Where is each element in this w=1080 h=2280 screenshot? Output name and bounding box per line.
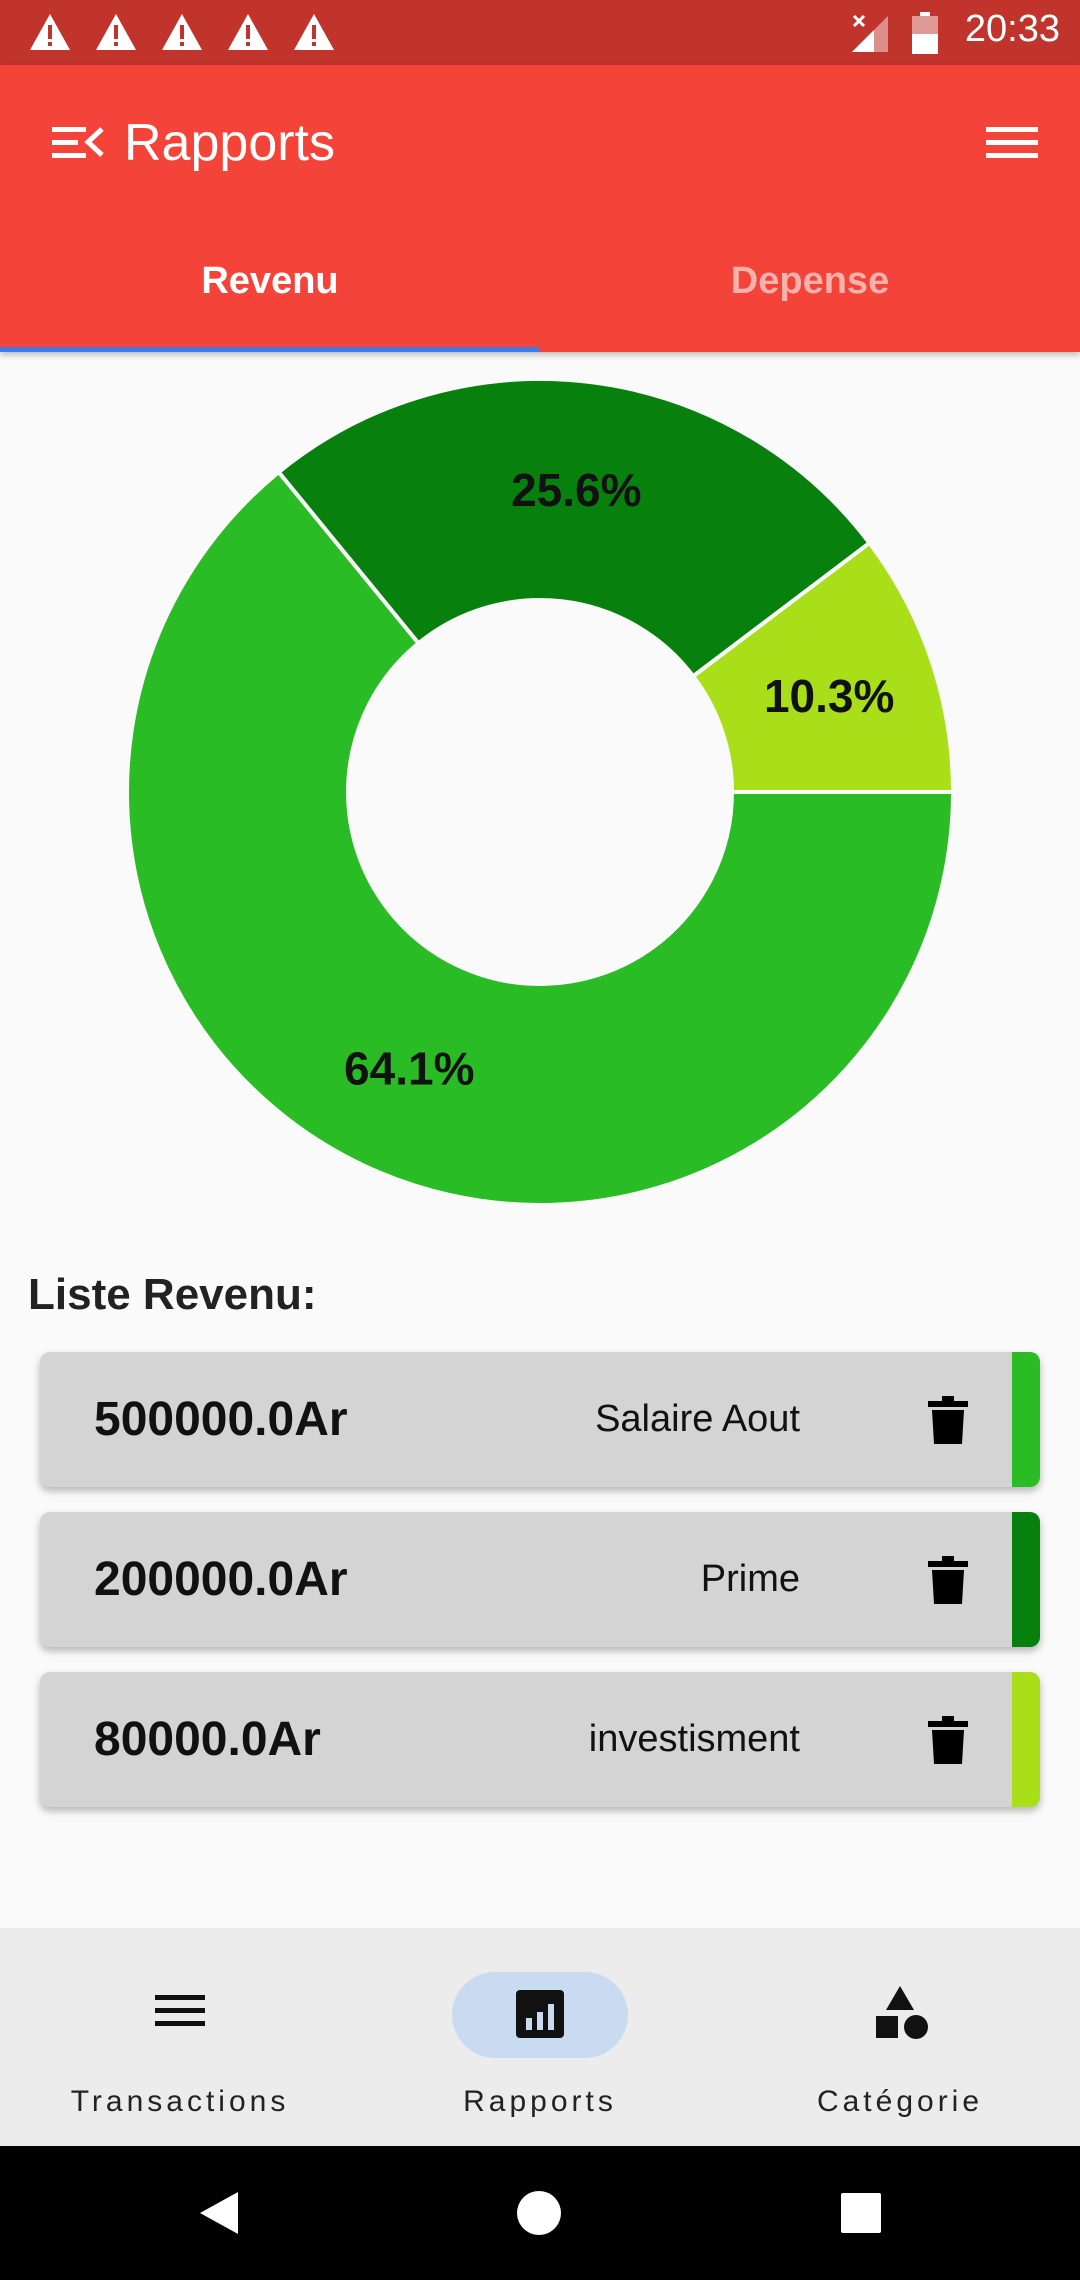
nav-item-categorie[interactable]: Catégorie <box>720 1928 1080 2146</box>
warning-icon <box>30 14 70 50</box>
nav-label: Catégorie <box>816 2085 984 2118</box>
bar-chart-icon <box>516 1990 564 2038</box>
income-label: investisment <box>588 1718 800 1760</box>
income-item[interactable]: 80000.0Ar investisment <box>40 1672 1040 1807</box>
app-bar: Rapports Revenu Depense <box>0 65 1080 352</box>
category-color-bar <box>1012 1672 1040 1807</box>
tab-depense[interactable]: Depense <box>540 260 1080 303</box>
trash-icon[interactable] <box>928 1556 968 1604</box>
shapes-icon <box>876 1986 928 2039</box>
category-color-bar <box>1012 1512 1040 1647</box>
status-bar: 20:33 <box>0 0 1080 65</box>
slice-label: 10.3% <box>764 670 894 722</box>
nav-label: Rapports <box>463 2085 617 2118</box>
menu-collapse-icon[interactable] <box>48 121 108 165</box>
list-icon <box>155 1995 205 2026</box>
status-time: 20:33 <box>964 8 1060 50</box>
warning-icon <box>294 14 334 50</box>
list-title: Liste Revenu: <box>28 1270 317 1319</box>
battery-icon <box>912 12 938 54</box>
system-navigation-bar <box>0 2146 1080 2280</box>
hamburger-menu-icon[interactable] <box>984 121 1040 165</box>
back-icon[interactable] <box>196 2190 242 2236</box>
trash-icon[interactable] <box>928 1396 968 1444</box>
home-icon[interactable] <box>516 2190 562 2236</box>
recents-icon[interactable] <box>840 2192 882 2234</box>
income-item[interactable]: 200000.0Ar Prime <box>40 1512 1040 1647</box>
nav-item-rapports[interactable]: Rapports <box>360 1928 720 2146</box>
income-label: Prime <box>700 1558 800 1600</box>
slice-label: 64.1% <box>344 1043 474 1095</box>
tab-revenu[interactable]: Revenu <box>0 260 540 303</box>
warning-icon <box>162 14 202 50</box>
income-donut-chart: 64.1% 25.6% 10.3% <box>125 377 956 1207</box>
income-amount: 80000.0Ar <box>94 1713 321 1766</box>
nav-item-transactions[interactable]: Transactions <box>0 1928 360 2146</box>
slice-label: 25.6% <box>511 464 641 516</box>
warning-icon <box>228 14 268 50</box>
income-item[interactable]: 500000.0Ar Salaire Aout <box>40 1352 1040 1487</box>
bottom-navigation: Transactions Rapports Catégorie <box>0 1928 1080 2146</box>
income-label: Salaire Aout <box>595 1398 800 1440</box>
category-color-bar <box>1012 1352 1040 1487</box>
page-title: Rapports <box>124 114 335 172</box>
income-amount: 500000.0Ar <box>94 1393 348 1446</box>
warning-icon <box>96 14 136 50</box>
signal-icon <box>852 14 888 52</box>
nav-label: Transactions <box>70 2085 290 2118</box>
trash-icon[interactable] <box>928 1716 968 1764</box>
income-amount: 200000.0Ar <box>94 1553 348 1606</box>
